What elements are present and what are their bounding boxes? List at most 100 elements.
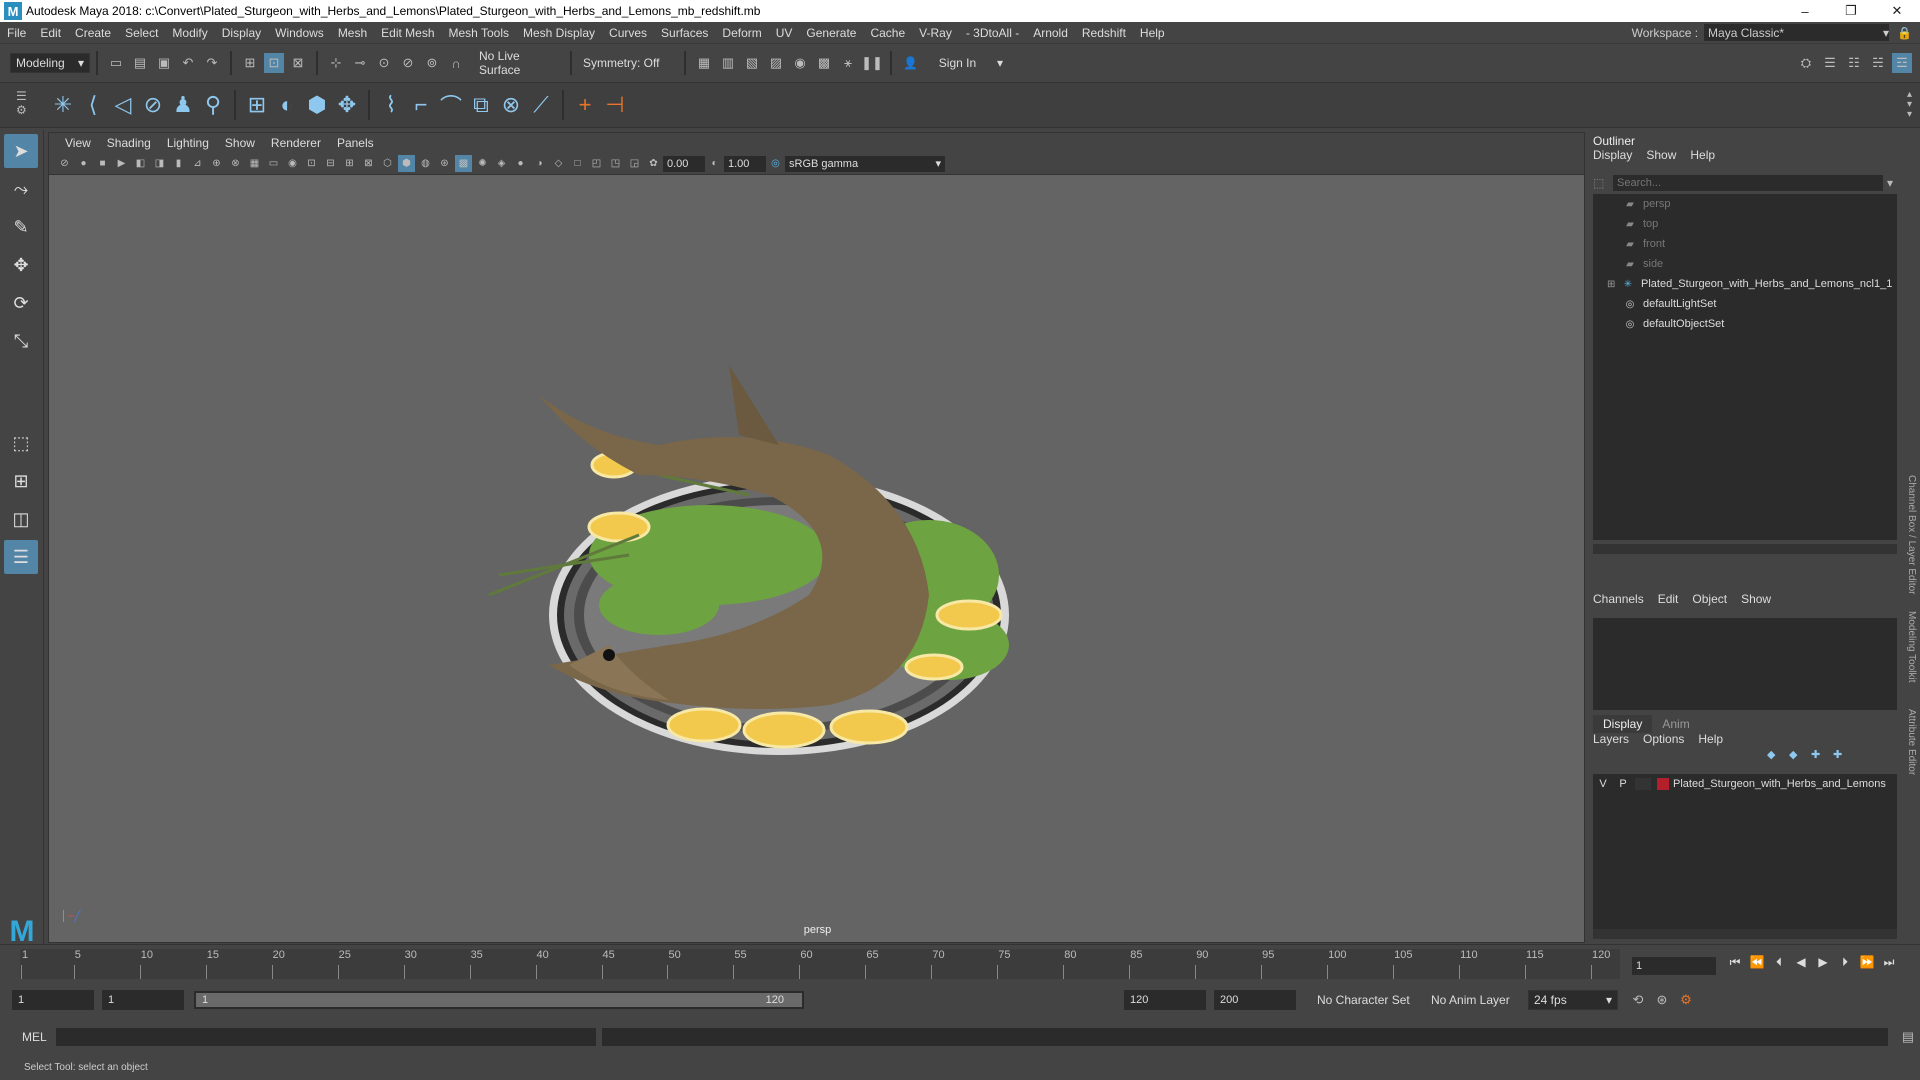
snap-magnet-icon[interactable]: ∩ — [446, 53, 466, 73]
single-perspective-layout-icon[interactable]: ⬚ — [4, 426, 38, 460]
sphere-primitive-icon[interactable]: ◐ — [272, 89, 302, 121]
soft-select-icon[interactable]: ⊘ — [138, 89, 168, 121]
layer-visibility-toggle[interactable]: V — [1593, 778, 1613, 790]
menu-arnold[interactable]: Arnold — [1026, 26, 1075, 40]
tool-settings-toggle-icon[interactable]: ☷ — [1844, 53, 1864, 73]
four-view-layout-icon[interactable]: ⊞ — [4, 464, 38, 498]
auto-key-icon[interactable]: ⊛ — [1652, 990, 1672, 1010]
script-editor-icon[interactable]: ▤ — [1898, 1027, 1918, 1047]
menu-mesh[interactable]: Mesh — [331, 26, 374, 40]
channel-box-toggle-icon[interactable]: ☲ — [1892, 53, 1912, 73]
hud-icon[interactable]: ◈ — [493, 155, 510, 172]
shelf-menu-icon[interactable]: ☰ ⚙ — [16, 89, 27, 117]
depth-of-field-icon[interactable]: ✺ — [474, 155, 491, 172]
channel-box-menu-edit[interactable]: Edit — [1658, 592, 1679, 606]
menu-edit[interactable]: Edit — [33, 26, 68, 40]
range-slider-bar-fill[interactable] — [196, 993, 802, 1007]
step-back-frame-icon[interactable]: ⏴ — [1768, 955, 1790, 970]
curve-tool-icon[interactable]: ⌒ — [436, 89, 466, 121]
paint-select-icon[interactable]: ◁ — [108, 89, 138, 121]
outliner-search-input[interactable] — [1613, 175, 1883, 191]
select-camera-icon[interactable]: ⊘ — [56, 155, 73, 172]
outliner-menu-display[interactable]: Display — [1593, 148, 1632, 162]
gamma-field[interactable]: 1.00 — [724, 155, 766, 172]
new-layer-icon[interactable]: ✚ — [1811, 748, 1833, 761]
diamond-icon[interactable]: ◇ — [550, 155, 567, 172]
layer-menu-options[interactable]: Options — [1643, 732, 1684, 746]
viewport-menu-panels[interactable]: Panels — [329, 136, 382, 150]
layer-row[interactable]: V P Plated_Sturgeon_with_Herbs_and_Lemon… — [1593, 774, 1897, 794]
wireframe-icon[interactable]: ▭ — [265, 155, 282, 172]
sign-in-button[interactable]: 👤 Sign In ▾ — [898, 53, 1008, 73]
outliner-item[interactable]: ⊞ ✳ Plated_Sturgeon_with_Herbs_and_Lemons_… — [1593, 274, 1897, 294]
outliner-layout-icon[interactable]: ☰ — [4, 540, 38, 574]
layer-playback-toggle[interactable]: P — [1613, 778, 1633, 790]
isolate-select-icon[interactable]: ⬢ — [398, 155, 415, 172]
undo-icon[interactable]: ↶ — [178, 53, 198, 73]
ipr-render-icon[interactable]: ▧ — [742, 53, 762, 73]
modeling-toolkit-side-tab[interactable]: Modeling Toolkit — [1903, 602, 1920, 692]
loop-icon[interactable]: ⟲ — [1628, 990, 1648, 1010]
menu-v-ray[interactable]: V-Ray — [912, 26, 959, 40]
exposure-icon[interactable]: ✿ — [645, 155, 662, 172]
sphere-shade-icon[interactable]: ● — [512, 155, 529, 172]
playback-start-field[interactable]: 1 — [102, 990, 184, 1010]
bridge-tool-icon[interactable]: ⌐ — [406, 89, 436, 121]
select-arrow-icon[interactable]: ➤ — [4, 134, 38, 168]
exposure-field[interactable]: 0.00 — [663, 155, 705, 172]
outliner-item[interactable]: ◎ defaultObjectSet — [1593, 314, 1897, 334]
move-layer-down-icon[interactable]: ◆ — [1789, 748, 1811, 761]
animation-prefs-icon[interactable]: ⚙ — [1676, 990, 1696, 1010]
anim-end-field[interactable]: 200 — [1214, 990, 1296, 1010]
gamma-icon[interactable]: ◐ — [706, 155, 723, 172]
new-scene-icon[interactable]: ▭ — [106, 53, 126, 73]
menu-mesh-tools[interactable]: Mesh Tools — [442, 26, 516, 40]
attribute-editor-side-tab[interactable]: Attribute Editor — [1903, 697, 1920, 787]
image-plane-icon[interactable]: ▶ — [113, 155, 130, 172]
command-input[interactable] — [56, 1028, 596, 1046]
mode-dropdown[interactable]: Modeling ▾ — [10, 53, 90, 73]
step-forward-frame-icon[interactable]: ⏵ — [1834, 955, 1856, 970]
fps-dropdown[interactable]: 24 fps ▾ — [1528, 990, 1618, 1010]
select-component-icon[interactable]: ⊠ — [288, 53, 308, 73]
menu-file[interactable]: File — [0, 26, 33, 40]
wireframe-on-shaded-icon[interactable]: ⊡ — [303, 155, 320, 172]
anti-aliasing-icon[interactable]: ▩ — [455, 155, 472, 172]
layer-type-toggle[interactable] — [1635, 778, 1651, 790]
lasso-select-icon[interactable]: ⤳ — [4, 172, 38, 206]
ik-handle-icon[interactable]: ⚲ — [198, 89, 228, 121]
color-space-dropdown[interactable]: sRGB gamma ▾ — [785, 155, 945, 172]
play-backward-icon[interactable]: ◀ — [1790, 955, 1812, 970]
render-view-icon[interactable]: ▥ — [718, 53, 738, 73]
pause-render-icon[interactable]: ❚❚ — [861, 53, 883, 73]
outliner-item[interactable]: ▰ persp — [1593, 194, 1897, 214]
pivot-tool-icon[interactable]: ⊣ — [600, 89, 630, 121]
current-frame-field[interactable]: 1 — [1632, 957, 1716, 975]
rotate-tool-icon[interactable]: ⟳ — [4, 286, 38, 320]
cube-primitive-icon[interactable]: ⬢ — [302, 89, 332, 121]
minimize-button[interactable]: – — [1782, 0, 1828, 22]
field-chart-icon[interactable]: ⊕ — [208, 155, 225, 172]
light-editor-icon[interactable]: ⚹ — [838, 53, 858, 73]
redo-icon[interactable]: ↷ — [202, 53, 222, 73]
time-ruler[interactable]: 1 5 10 15 20 25 30 35 40 45 50 55 60 65 70 75 80 85 90 95 10… — [20, 949, 1620, 979]
layer-color-swatch[interactable] — [1657, 778, 1669, 790]
smooth-shade-icon[interactable]: ◉ — [284, 155, 301, 172]
camera-attributes-icon[interactable]: ● — [75, 155, 92, 172]
outliner-menu-show[interactable]: Show — [1646, 148, 1676, 162]
channel-box-menu-object[interactable]: Object — [1692, 592, 1727, 606]
shelf-scroll-icon[interactable]: ▴ ▾ ▾ — [1907, 90, 1912, 120]
live-surface-field[interactable]: No Live Surface — [474, 49, 564, 77]
menu-edit-mesh[interactable]: Edit Mesh — [374, 26, 441, 40]
textured-icon[interactable]: ⊟ — [322, 155, 339, 172]
half-sphere-icon[interactable]: ◑ — [531, 155, 548, 172]
outliner-item[interactable]: ◎ defaultLightSet — [1593, 294, 1897, 314]
channel-box-side-tab[interactable]: Channel Box / Layer Editor — [1903, 472, 1920, 598]
channel-box-menu-show[interactable]: Show — [1741, 592, 1771, 606]
mel-label[interactable]: MEL — [0, 1030, 48, 1044]
menu-deform[interactable]: Deform — [715, 26, 768, 40]
menu-windows[interactable]: Windows — [268, 26, 331, 40]
outliner-hscrollbar[interactable] — [1593, 544, 1897, 554]
extrude-tool-icon[interactable]: ⧉ — [466, 89, 496, 121]
snap-grid-icon[interactable]: ⊹ — [326, 53, 346, 73]
